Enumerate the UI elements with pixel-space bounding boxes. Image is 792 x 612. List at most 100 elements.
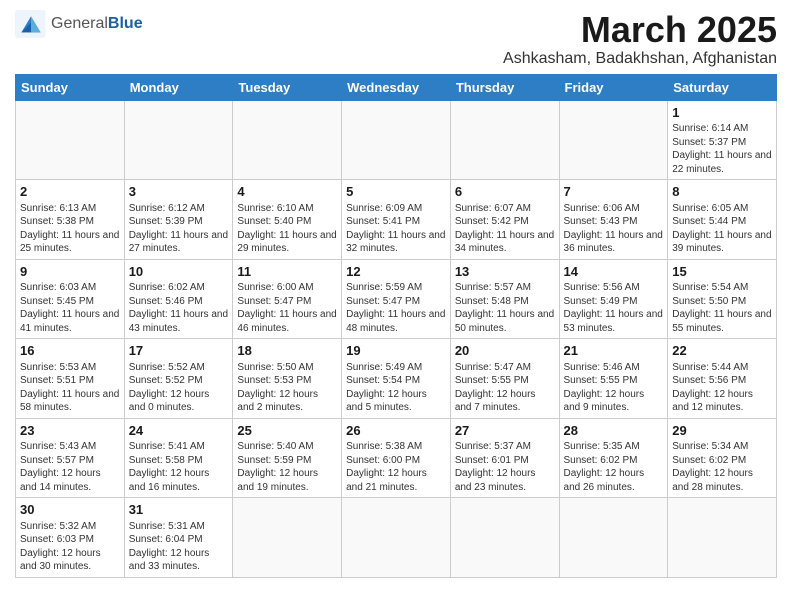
day-number: 31: [129, 501, 229, 519]
calendar-cell: 19Sunrise: 5:49 AM Sunset: 5:54 PM Dayli…: [342, 339, 451, 419]
calendar-cell: 28Sunrise: 5:35 AM Sunset: 6:02 PM Dayli…: [559, 418, 668, 498]
cell-info: Sunrise: 6:05 AM Sunset: 5:44 PM Dayligh…: [672, 202, 772, 256]
cell-info: Sunrise: 5:32 AM Sunset: 6:03 PM Dayligh…: [20, 520, 120, 574]
day-number: 17: [129, 342, 229, 360]
day-number: 21: [564, 342, 664, 360]
calendar-cell: [450, 498, 559, 578]
calendar-cell: 15Sunrise: 5:54 AM Sunset: 5:50 PM Dayli…: [668, 259, 777, 339]
calendar-cell: 24Sunrise: 5:41 AM Sunset: 5:58 PM Dayli…: [124, 418, 233, 498]
cell-info: Sunrise: 6:00 AM Sunset: 5:47 PM Dayligh…: [237, 281, 337, 335]
day-number: 22: [672, 342, 772, 360]
calendar-cell: 11Sunrise: 6:00 AM Sunset: 5:47 PM Dayli…: [233, 259, 342, 339]
calendar-cell: 27Sunrise: 5:37 AM Sunset: 6:01 PM Dayli…: [450, 418, 559, 498]
title-area: March 2025 Ashkasham, Badakhshan, Afghan…: [503, 10, 777, 68]
day-number: 18: [237, 342, 337, 360]
calendar-cell: 6Sunrise: 6:07 AM Sunset: 5:42 PM Daylig…: [450, 180, 559, 260]
weekday-header-thursday: Thursday: [450, 74, 559, 100]
calendar-cell: 29Sunrise: 5:34 AM Sunset: 6:02 PM Dayli…: [668, 418, 777, 498]
day-number: 30: [20, 501, 120, 519]
cell-info: Sunrise: 5:40 AM Sunset: 5:59 PM Dayligh…: [237, 440, 337, 494]
logo-text: GeneralBlue: [51, 16, 143, 32]
day-number: 5: [346, 183, 446, 201]
cell-info: Sunrise: 5:53 AM Sunset: 5:51 PM Dayligh…: [20, 361, 120, 415]
calendar-cell: 31Sunrise: 5:31 AM Sunset: 6:04 PM Dayli…: [124, 498, 233, 578]
cell-info: Sunrise: 6:03 AM Sunset: 5:45 PM Dayligh…: [20, 281, 120, 335]
cell-info: Sunrise: 5:47 AM Sunset: 5:55 PM Dayligh…: [455, 361, 555, 415]
cell-info: Sunrise: 5:50 AM Sunset: 5:53 PM Dayligh…: [237, 361, 337, 415]
calendar-cell: 23Sunrise: 5:43 AM Sunset: 5:57 PM Dayli…: [16, 418, 125, 498]
calendar-cell: 21Sunrise: 5:46 AM Sunset: 5:55 PM Dayli…: [559, 339, 668, 419]
day-number: 10: [129, 263, 229, 281]
calendar-cell: 3Sunrise: 6:12 AM Sunset: 5:39 PM Daylig…: [124, 180, 233, 260]
day-number: 14: [564, 263, 664, 281]
calendar-cell: [668, 498, 777, 578]
calendar-week-3: 9Sunrise: 6:03 AM Sunset: 5:45 PM Daylig…: [16, 259, 777, 339]
cell-info: Sunrise: 5:35 AM Sunset: 6:02 PM Dayligh…: [564, 440, 664, 494]
day-number: 25: [237, 422, 337, 440]
calendar-cell: [233, 498, 342, 578]
calendar-cell: 17Sunrise: 5:52 AM Sunset: 5:52 PM Dayli…: [124, 339, 233, 419]
calendar-week-1: 1Sunrise: 6:14 AM Sunset: 5:37 PM Daylig…: [16, 100, 777, 180]
calendar-cell: 30Sunrise: 5:32 AM Sunset: 6:03 PM Dayli…: [16, 498, 125, 578]
day-number: 6: [455, 183, 555, 201]
cell-info: Sunrise: 6:14 AM Sunset: 5:37 PM Dayligh…: [672, 122, 772, 176]
page-header: GeneralBlue March 2025 Ashkasham, Badakh…: [15, 10, 777, 68]
calendar-cell: 13Sunrise: 5:57 AM Sunset: 5:48 PM Dayli…: [450, 259, 559, 339]
cell-info: Sunrise: 5:44 AM Sunset: 5:56 PM Dayligh…: [672, 361, 772, 415]
calendar-cell: [342, 498, 451, 578]
cell-info: Sunrise: 5:41 AM Sunset: 5:58 PM Dayligh…: [129, 440, 229, 494]
day-number: 3: [129, 183, 229, 201]
day-number: 20: [455, 342, 555, 360]
calendar-cell: 4Sunrise: 6:10 AM Sunset: 5:40 PM Daylig…: [233, 180, 342, 260]
day-number: 12: [346, 263, 446, 281]
cell-info: Sunrise: 5:56 AM Sunset: 5:49 PM Dayligh…: [564, 281, 664, 335]
calendar-cell: [559, 498, 668, 578]
calendar-cell: [16, 100, 125, 180]
cell-info: Sunrise: 5:52 AM Sunset: 5:52 PM Dayligh…: [129, 361, 229, 415]
day-number: 16: [20, 342, 120, 360]
day-number: 26: [346, 422, 446, 440]
cell-info: Sunrise: 5:54 AM Sunset: 5:50 PM Dayligh…: [672, 281, 772, 335]
cell-info: Sunrise: 6:02 AM Sunset: 5:46 PM Dayligh…: [129, 281, 229, 335]
calendar-cell: 7Sunrise: 6:06 AM Sunset: 5:43 PM Daylig…: [559, 180, 668, 260]
calendar-cell: 12Sunrise: 5:59 AM Sunset: 5:47 PM Dayli…: [342, 259, 451, 339]
day-number: 4: [237, 183, 337, 201]
general-blue-icon: [15, 10, 47, 38]
calendar-table: SundayMondayTuesdayWednesdayThursdayFrid…: [15, 74, 777, 578]
day-number: 29: [672, 422, 772, 440]
weekday-header-saturday: Saturday: [668, 74, 777, 100]
calendar-cell: 10Sunrise: 6:02 AM Sunset: 5:46 PM Dayli…: [124, 259, 233, 339]
day-number: 1: [672, 104, 772, 122]
day-number: 24: [129, 422, 229, 440]
calendar-cell: 8Sunrise: 6:05 AM Sunset: 5:44 PM Daylig…: [668, 180, 777, 260]
calendar-cell: [342, 100, 451, 180]
cell-info: Sunrise: 5:49 AM Sunset: 5:54 PM Dayligh…: [346, 361, 446, 415]
day-number: 13: [455, 263, 555, 281]
day-number: 23: [20, 422, 120, 440]
calendar-cell: [559, 100, 668, 180]
calendar-cell: 1Sunrise: 6:14 AM Sunset: 5:37 PM Daylig…: [668, 100, 777, 180]
weekday-header-tuesday: Tuesday: [233, 74, 342, 100]
day-number: 15: [672, 263, 772, 281]
calendar-cell: [233, 100, 342, 180]
calendar-cell: [450, 100, 559, 180]
calendar-cell: 22Sunrise: 5:44 AM Sunset: 5:56 PM Dayli…: [668, 339, 777, 419]
calendar-cell: 2Sunrise: 6:13 AM Sunset: 5:38 PM Daylig…: [16, 180, 125, 260]
calendar-cell: [124, 100, 233, 180]
cell-info: Sunrise: 5:57 AM Sunset: 5:48 PM Dayligh…: [455, 281, 555, 335]
cell-info: Sunrise: 5:43 AM Sunset: 5:57 PM Dayligh…: [20, 440, 120, 494]
cell-info: Sunrise: 6:10 AM Sunset: 5:40 PM Dayligh…: [237, 202, 337, 256]
month-title: March 2025: [503, 10, 777, 50]
calendar-week-4: 16Sunrise: 5:53 AM Sunset: 5:51 PM Dayli…: [16, 339, 777, 419]
cell-info: Sunrise: 6:06 AM Sunset: 5:43 PM Dayligh…: [564, 202, 664, 256]
day-number: 7: [564, 183, 664, 201]
weekday-header-monday: Monday: [124, 74, 233, 100]
calendar-cell: 5Sunrise: 6:09 AM Sunset: 5:41 PM Daylig…: [342, 180, 451, 260]
cell-info: Sunrise: 5:46 AM Sunset: 5:55 PM Dayligh…: [564, 361, 664, 415]
cell-info: Sunrise: 6:07 AM Sunset: 5:42 PM Dayligh…: [455, 202, 555, 256]
weekday-header-row: SundayMondayTuesdayWednesdayThursdayFrid…: [16, 74, 777, 100]
day-number: 8: [672, 183, 772, 201]
calendar-cell: 25Sunrise: 5:40 AM Sunset: 5:59 PM Dayli…: [233, 418, 342, 498]
cell-info: Sunrise: 6:13 AM Sunset: 5:38 PM Dayligh…: [20, 202, 120, 256]
location-title: Ashkasham, Badakhshan, Afghanistan: [503, 50, 777, 68]
